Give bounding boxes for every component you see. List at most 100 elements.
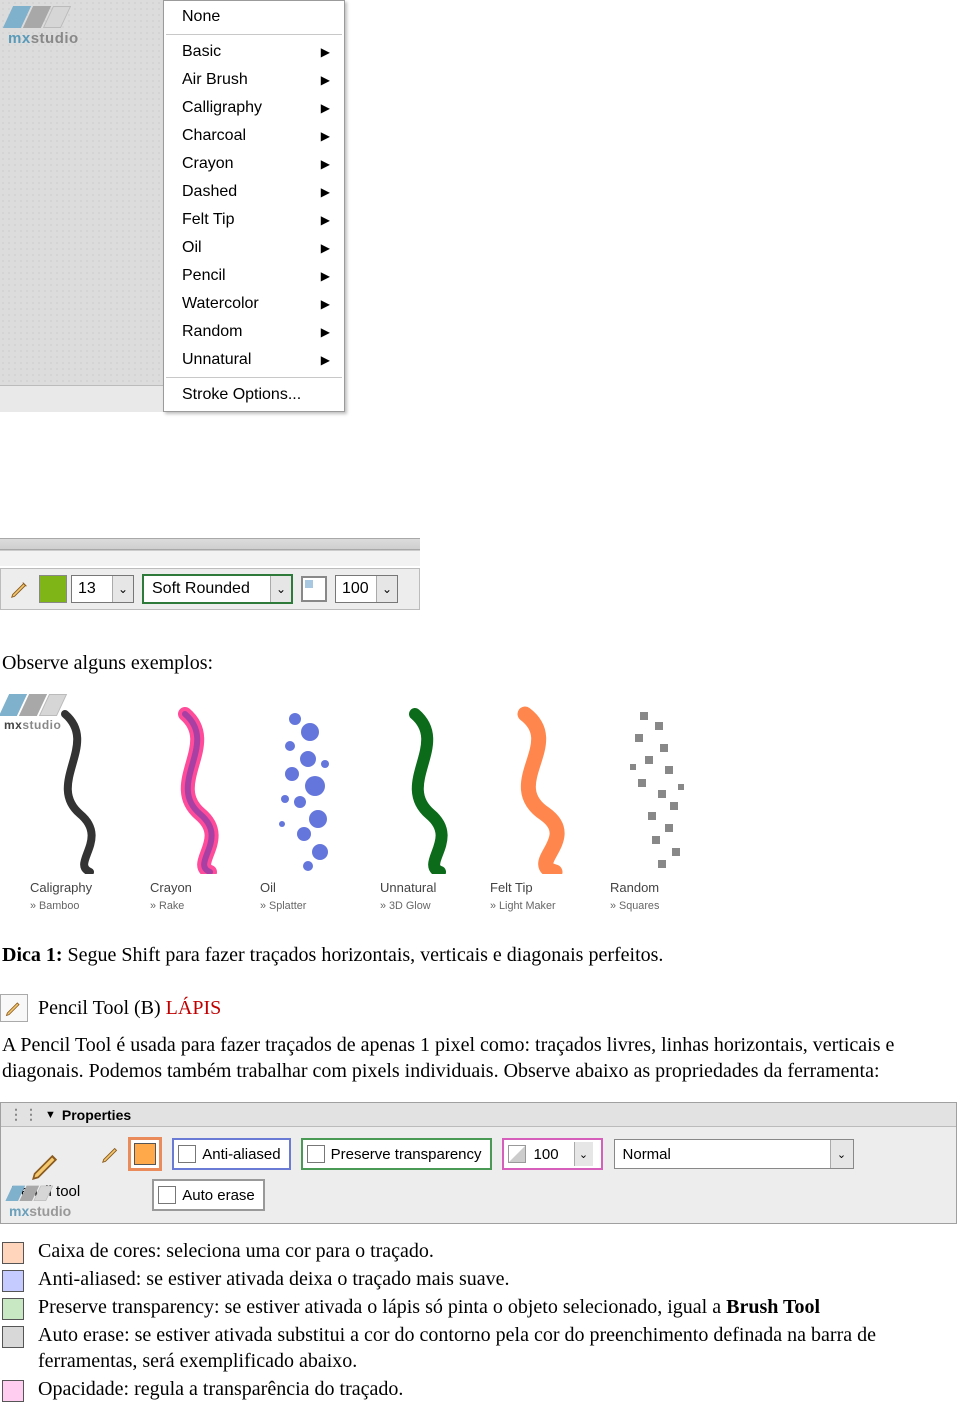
- auto-erase-label: Auto erase: [182, 1187, 255, 1204]
- brush-category-menu: NoneBasic▶Air Brush▶Calligraphy▶Charcoal…: [163, 0, 345, 412]
- tip-1-body: Segue Shift para fazer traçados horizont…: [63, 944, 664, 966]
- checkbox-icon: [178, 1145, 196, 1163]
- properties-legend: Caixa de cores: seleciona uma cor para o…: [2, 1238, 960, 1402]
- anti-aliased-toggle[interactable]: Anti-aliased: [172, 1138, 290, 1170]
- menu-item-basic[interactable]: Basic▶: [164, 38, 344, 66]
- legend-swatch-pink: [2, 1380, 24, 1402]
- menu-item-label: Crayon: [182, 155, 234, 173]
- menu-item-random[interactable]: Random ▶: [164, 318, 344, 346]
- checkbox-icon: [158, 1186, 176, 1204]
- blend-mode-value: Normal: [623, 1146, 671, 1163]
- pencil-icon[interactable]: [5, 574, 35, 604]
- submenu-arrow-icon: ▶: [321, 213, 330, 227]
- properties-panel: ⋮⋮ ▼ Properties Pencil tool Anti-aliased…: [0, 1102, 957, 1224]
- chevron-down-icon[interactable]: ⌄: [830, 1140, 853, 1168]
- left-gray-panel: mxstudio ⏮: [0, 0, 166, 412]
- properties-header[interactable]: ⋮⋮ ▼ Properties: [1, 1103, 956, 1127]
- mxstudio-watermark: mxstudio: [9, 1179, 71, 1219]
- panel-divider: [0, 538, 420, 550]
- preserve-transparency-label: Preserve transparency: [331, 1146, 482, 1163]
- menu-item-label: Felt Tip: [182, 211, 234, 229]
- blend-mode-dropdown[interactable]: Normal ⌄: [614, 1139, 854, 1169]
- menu-item-crayon[interactable]: Crayon ▶: [164, 150, 344, 178]
- submenu-arrow-icon: ▶: [321, 73, 330, 87]
- legend-item-autoerase: Auto erase: se estiver ativada substitui…: [2, 1322, 960, 1374]
- menu-item-felt-tip[interactable]: Felt Tip ▶: [164, 206, 344, 234]
- submenu-arrow-icon: ▶: [321, 241, 330, 255]
- submenu-arrow-icon: ▶: [321, 129, 330, 143]
- menu-item-label: Air Brush: [182, 71, 248, 89]
- chevron-down-icon[interactable]: ⌄: [270, 576, 291, 602]
- brush-name-dropdown[interactable]: Soft Rounded ⌄: [142, 574, 293, 604]
- submenu-arrow-icon: ▶: [321, 101, 330, 115]
- pencil-tool-icon: [0, 994, 28, 1022]
- legend-swatch-green: [2, 1298, 24, 1320]
- menu-item-label: Stroke Options...: [182, 386, 301, 404]
- brush-toolbar: 13 ⌄ Soft Rounded ⌄ 100 ⌄: [0, 568, 420, 610]
- mxstudio-logo: mxstudio: [8, 6, 79, 47]
- brush-size-value: 13: [72, 580, 112, 598]
- opacity-chip[interactable]: 100 ⌄: [502, 1138, 603, 1170]
- menu-item-charcoal[interactable]: Charcoal▶: [164, 122, 344, 150]
- submenu-arrow-icon: ▶: [321, 353, 330, 367]
- checkbox-icon: [307, 1145, 325, 1163]
- submenu-arrow-icon: ▶: [321, 297, 330, 311]
- menu-item-label: Unnatural: [182, 351, 251, 369]
- pencil-tool-label: Pencil Tool (B): [38, 997, 166, 1019]
- opacity-icon: [508, 1145, 526, 1163]
- example-felt-tip: Felt Tip» Light Maker: [490, 704, 590, 914]
- brush-size-spinner[interactable]: 13 ⌄: [71, 575, 134, 603]
- submenu-arrow-icon: ▶: [321, 185, 330, 199]
- legend-item-antialiased: Anti-aliased: se estiver ativada deixa o…: [2, 1266, 960, 1292]
- menu-item-oil[interactable]: Oil ▶: [164, 234, 344, 262]
- legend-swatch-blue: [2, 1270, 24, 1292]
- opacity-value: 100: [336, 580, 376, 598]
- legend-text-opacity: Opacidade: regula a transparência do tra…: [38, 1376, 960, 1402]
- legend-text-preserve: Preserve transparency: se estiver ativad…: [38, 1294, 960, 1320]
- menu-separator: [166, 377, 342, 378]
- collapse-triangle-icon[interactable]: ▼: [45, 1109, 56, 1121]
- color-swatch-green[interactable]: [39, 575, 67, 603]
- menu-item-label: Basic: [182, 43, 221, 61]
- menu-item-watercolor[interactable]: Watercolor ▶: [164, 290, 344, 318]
- submenu-arrow-icon: ▶: [321, 325, 330, 339]
- example-caligraphy: Caligraphy» Bamboo: [30, 704, 130, 914]
- menu-item-calligraphy[interactable]: Calligraphy ▶: [164, 94, 344, 122]
- chevron-down-icon[interactable]: ⌄: [112, 576, 133, 602]
- grip-icon[interactable]: ⋮⋮: [9, 1106, 39, 1123]
- opacity-spinner[interactable]: 100 ⌄: [335, 575, 398, 603]
- menu-item-dashed[interactable]: Dashed ▶: [164, 178, 344, 206]
- menu-separator: [166, 34, 342, 35]
- menu-item-label: Dashed: [182, 183, 237, 201]
- legend-item-preserve: Preserve transparency: se estiver ativad…: [2, 1294, 960, 1320]
- legend-item-opacity: Opacidade: regula a transparência do tra…: [2, 1376, 960, 1402]
- menu-item-label: Oil: [182, 239, 202, 257]
- submenu-arrow-icon: ▶: [321, 157, 330, 171]
- menu-item-stroke-options-[interactable]: Stroke Options...: [164, 381, 344, 409]
- legend-swatch-orange: [2, 1242, 24, 1264]
- pencil-red-label: LÁPIS: [166, 997, 222, 1019]
- tip-1-text: Dica 1: Segue Shift para fazer traçados …: [2, 942, 958, 968]
- menu-item-label: Pencil: [182, 267, 226, 285]
- menu-item-air-brush[interactable]: Air Brush ▶: [164, 66, 344, 94]
- submenu-arrow-icon: ▶: [321, 269, 330, 283]
- menu-item-pencil[interactable]: Pencil ▶: [164, 262, 344, 290]
- anti-aliased-label: Anti-aliased: [202, 1146, 280, 1163]
- menu-item-label: Calligraphy: [182, 99, 262, 117]
- texture-swatch[interactable]: [301, 576, 327, 602]
- preserve-transparency-toggle[interactable]: Preserve transparency: [301, 1138, 492, 1170]
- chevron-down-icon[interactable]: ⌄: [376, 576, 397, 602]
- chevron-down-icon[interactable]: ⌄: [574, 1142, 593, 1166]
- color-swatch-chip[interactable]: [128, 1137, 162, 1171]
- opacity-value: 100: [530, 1146, 574, 1163]
- legend-text-colorbox: Caixa de cores: seleciona uma cor para o…: [38, 1238, 960, 1264]
- menu-item-unnatural[interactable]: Unnatural ▶: [164, 346, 344, 374]
- properties-title: Properties: [62, 1107, 131, 1123]
- auto-erase-toggle[interactable]: Auto erase: [152, 1179, 265, 1211]
- legend-text-antialiased: Anti-aliased: se estiver ativada deixa o…: [38, 1266, 960, 1292]
- legend-text-autoerase: Auto erase: se estiver ativada substitui…: [38, 1322, 960, 1374]
- menu-item-label: Watercolor: [182, 295, 259, 313]
- menu-item-none[interactable]: None: [164, 3, 344, 31]
- menu-item-label: Random: [182, 323, 242, 341]
- legend-swatch-gray: [2, 1326, 24, 1348]
